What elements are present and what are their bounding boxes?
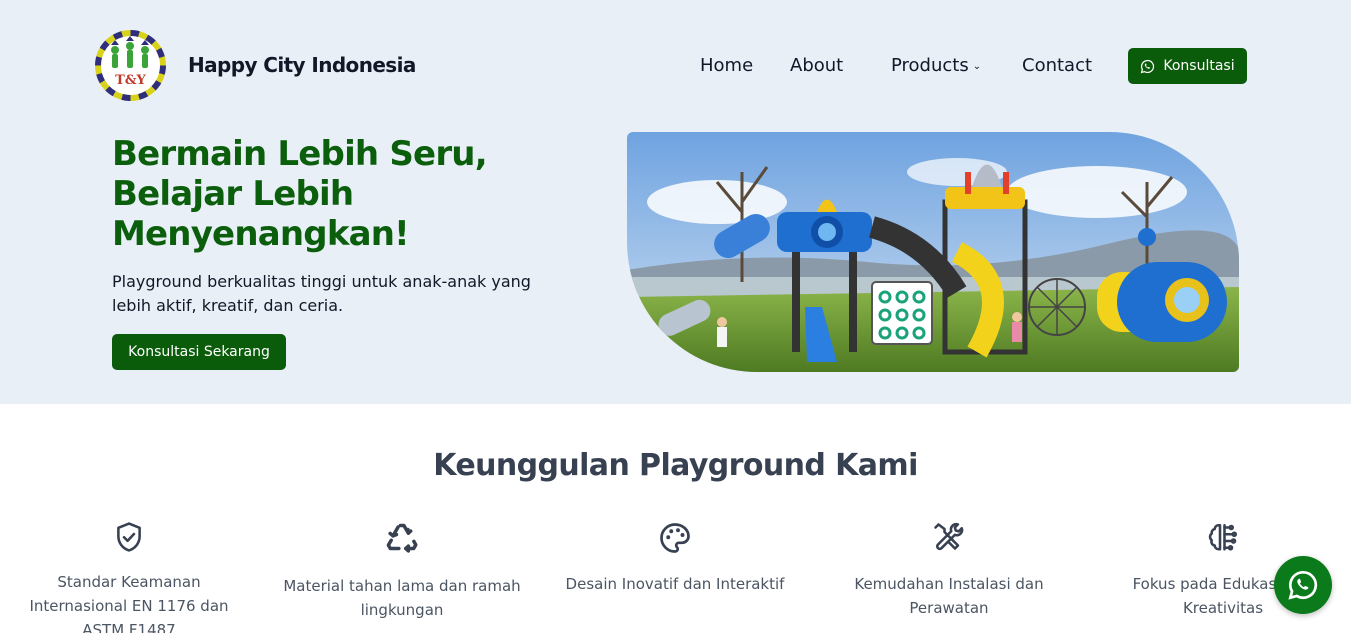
feature-item: Standar Keamanan Internasional EN 1176 d… bbox=[9, 520, 249, 633]
feature-item: Kemudahan Instalasi dan Perawatan bbox=[829, 520, 1069, 620]
konsultasi-button-label: Konsultasi bbox=[1163, 58, 1235, 74]
palette-icon bbox=[660, 523, 690, 553]
hero-title: Bermain Lebih Seru, Belajar Lebih Menyen… bbox=[112, 134, 488, 254]
whatsapp-float-button[interactable] bbox=[1274, 556, 1332, 614]
logo-figures-icon bbox=[111, 36, 149, 68]
feature-label: Kemudahan Instalasi dan Perawatan bbox=[854, 575, 1044, 617]
feature-label: Standar Keamanan Internasional EN 1176 d… bbox=[29, 573, 229, 633]
nav-products[interactable]: Products ⌄ bbox=[891, 55, 981, 76]
playground-illustration bbox=[627, 132, 1239, 372]
konsultasi-button[interactable]: Konsultasi bbox=[1128, 48, 1247, 84]
features-title: Keunggulan Playground Kami bbox=[433, 448, 918, 483]
feature-label: Desain Inovatif dan Interaktif bbox=[565, 575, 785, 593]
hero-playground-image bbox=[627, 132, 1239, 372]
shield-check-icon bbox=[117, 522, 141, 552]
nav-home[interactable]: Home bbox=[700, 55, 753, 76]
chevron-down-icon: ⌄ bbox=[972, 61, 982, 72]
recycle-icon bbox=[386, 523, 418, 553]
logo-text: T&Y bbox=[115, 73, 146, 88]
tools-icon bbox=[934, 522, 964, 551]
whatsapp-icon bbox=[1141, 59, 1155, 73]
nav-about[interactable]: About bbox=[790, 55, 843, 76]
nav-products-label: Products bbox=[891, 55, 969, 76]
whatsapp-icon bbox=[1288, 570, 1318, 600]
brain-icon bbox=[1208, 523, 1238, 551]
hero-subtitle: Playground berkualitas tinggi untuk anak… bbox=[112, 272, 531, 315]
konsultasi-sekarang-button[interactable]: Konsultasi Sekarang bbox=[112, 334, 286, 370]
brand-name[interactable]: Happy City Indonesia bbox=[188, 53, 416, 77]
feature-item: Desain Inovatif dan Interaktif bbox=[555, 520, 795, 596]
feature-label: Material tahan lama dan ramah lingkungan bbox=[283, 577, 521, 619]
feature-item: Material tahan lama dan ramah lingkungan bbox=[282, 520, 522, 622]
nav-contact[interactable]: Contact bbox=[1022, 55, 1092, 76]
brand-logo[interactable]: T&Y bbox=[95, 30, 166, 101]
